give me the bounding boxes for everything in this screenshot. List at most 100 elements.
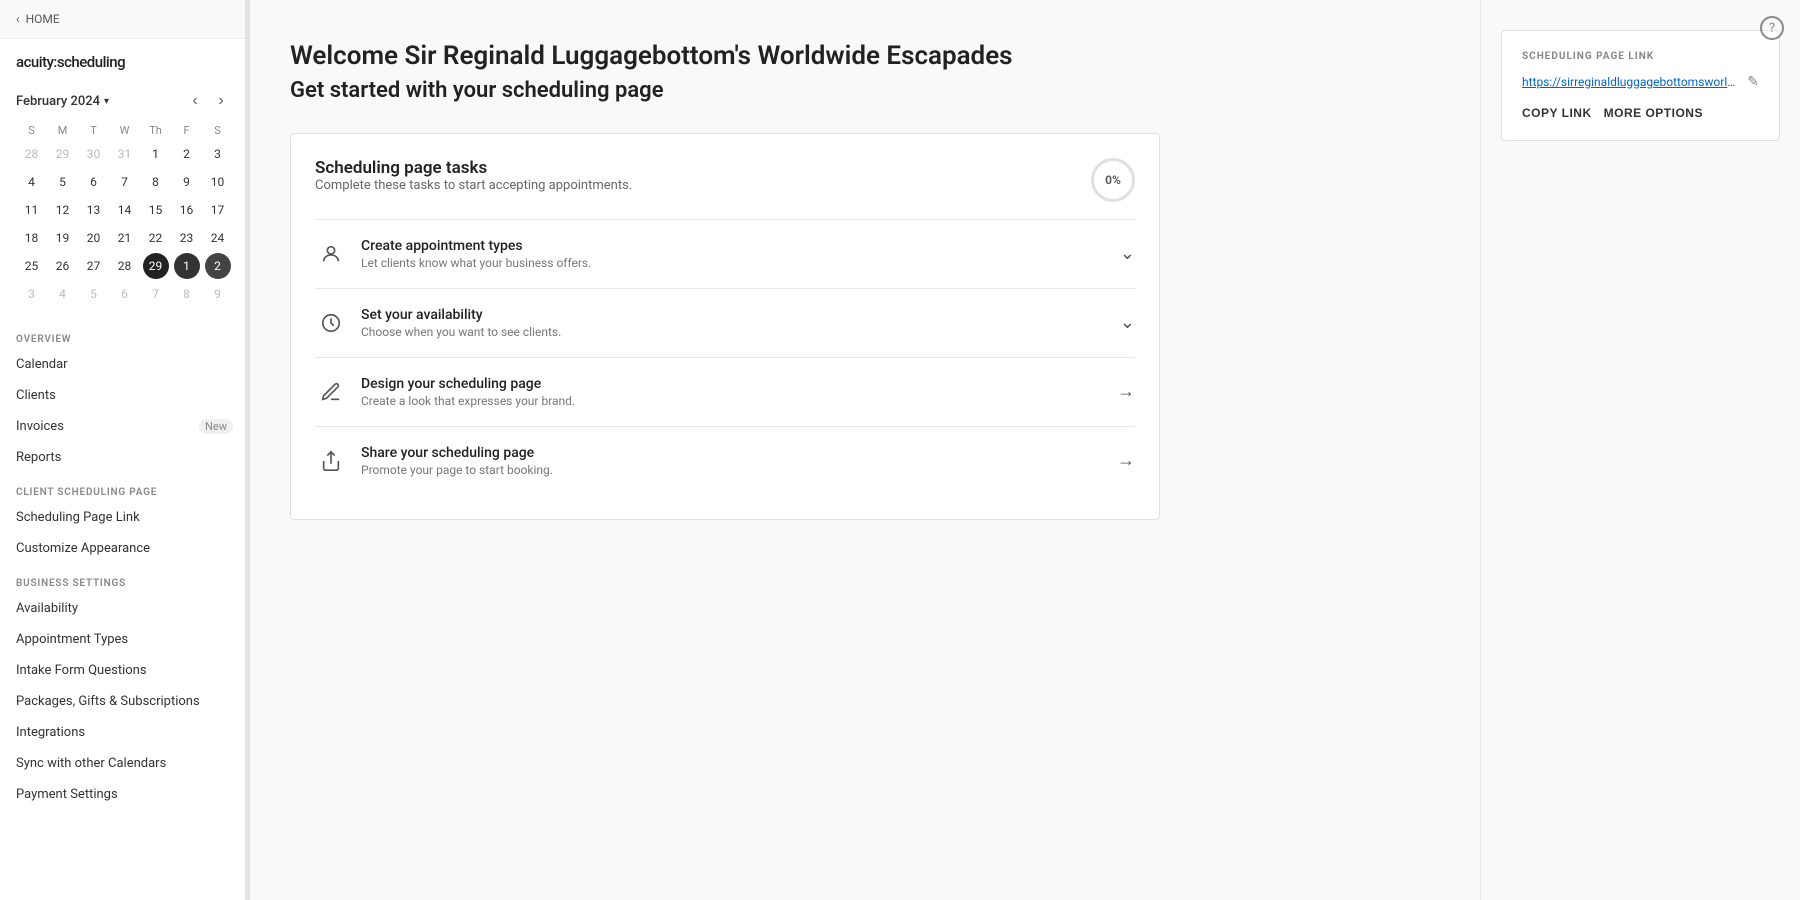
more-options-button[interactable]: MORE OPTIONS bbox=[1604, 106, 1703, 120]
cal-day[interactable]: 19 bbox=[50, 225, 76, 251]
task-set-availability[interactable]: Set your availability Choose when you wa… bbox=[315, 288, 1135, 357]
invoices-nav-label: Invoices bbox=[16, 419, 64, 434]
sidebar-item-intake-form[interactable]: Intake Form Questions bbox=[0, 655, 249, 686]
cal-day[interactable]: 9 bbox=[174, 169, 200, 195]
task-title: Create appointment types bbox=[361, 238, 1106, 254]
back-home-link[interactable]: ‹ HOME bbox=[0, 0, 249, 39]
sidebar-item-clients[interactable]: Clients bbox=[0, 380, 249, 411]
calendar-nav-label: Calendar bbox=[16, 357, 68, 372]
cal-day[interactable]: 6 bbox=[112, 281, 138, 307]
scheduling-link-card-label: SCHEDULING PAGE LINK bbox=[1522, 51, 1759, 62]
cal-day[interactable]: 21 bbox=[112, 225, 138, 251]
mini-calendar: February 2024 ▾ ‹ › S M T W Th F S 28 29 bbox=[0, 81, 249, 320]
sidebar-item-invoices[interactable]: Invoices New bbox=[0, 411, 249, 442]
sidebar-item-customize-appearance[interactable]: Customize Appearance bbox=[0, 533, 249, 564]
cal-day[interactable]: 8 bbox=[174, 281, 200, 307]
cal-day[interactable]: 20 bbox=[81, 225, 107, 251]
cal-day[interactable]: 8 bbox=[143, 169, 169, 195]
cal-day[interactable]: 3 bbox=[205, 141, 231, 167]
cal-day[interactable]: 7 bbox=[143, 281, 169, 307]
cal-day[interactable]: 15 bbox=[143, 197, 169, 223]
calendar-prev-button[interactable]: ‹ bbox=[183, 89, 207, 113]
cal-day[interactable]: 4 bbox=[50, 281, 76, 307]
task-design-scheduling-page[interactable]: Design your scheduling page Create a loo… bbox=[315, 357, 1135, 426]
cal-day[interactable]: 22 bbox=[143, 225, 169, 251]
sidebar-item-scheduling-page-link[interactable]: Scheduling Page Link bbox=[0, 502, 249, 533]
cal-day[interactable]: 31 bbox=[112, 141, 138, 167]
payment-settings-label: Payment Settings bbox=[16, 787, 118, 802]
progress-circle: 0% bbox=[1091, 158, 1135, 202]
task-title: Design your scheduling page bbox=[361, 376, 1103, 392]
cal-day[interactable]: 30 bbox=[81, 141, 107, 167]
scheduling-link-url[interactable]: https://sirreginaldluggagebottomsworldwi… bbox=[1522, 75, 1739, 89]
page-title-line2: Get started with your scheduling page bbox=[290, 78, 1440, 103]
cal-day-selected[interactable]: 29 bbox=[143, 253, 169, 279]
arrow-right-icon: → bbox=[1117, 381, 1135, 402]
scheduling-page-link-label: Scheduling Page Link bbox=[16, 510, 140, 525]
chevron-down-icon: ⌄ bbox=[1120, 243, 1135, 264]
cal-day[interactable]: 1 bbox=[143, 141, 169, 167]
sidebar-item-calendar[interactable]: Calendar bbox=[0, 349, 249, 380]
business-settings-section-label: BUSINESS SETTINGS bbox=[0, 564, 249, 593]
cal-day[interactable]: 10 bbox=[205, 169, 231, 195]
copy-link-button[interactable]: COPY LINK bbox=[1522, 106, 1592, 120]
help-icon[interactable]: ? bbox=[1760, 16, 1784, 40]
calendar-day-headers: S M T W Th F S bbox=[16, 121, 233, 140]
cal-day[interactable]: 2 bbox=[174, 141, 200, 167]
cal-day[interactable]: 12 bbox=[50, 197, 76, 223]
edit-link-icon[interactable]: ✎ bbox=[1747, 74, 1759, 90]
cal-day[interactable]: 29 bbox=[50, 141, 76, 167]
cal-day[interactable]: 24 bbox=[205, 225, 231, 251]
calendar-grid: S M T W Th F S 28 29 30 31 1 2 3 4 5 bbox=[16, 121, 233, 308]
client-scheduling-section-label: CLIENT SCHEDULING PAGE bbox=[0, 473, 249, 502]
cal-day[interactable]: 28 bbox=[112, 253, 138, 279]
share-icon bbox=[315, 445, 347, 477]
cal-day[interactable]: 16 bbox=[174, 197, 200, 223]
arrow-right-icon: → bbox=[1117, 450, 1135, 471]
cal-day[interactable]: 23 bbox=[174, 225, 200, 251]
cal-day[interactable]: 7 bbox=[112, 169, 138, 195]
cal-day[interactable]: 17 bbox=[205, 197, 231, 223]
person-icon bbox=[315, 238, 347, 270]
cal-day[interactable]: 6 bbox=[81, 169, 107, 195]
cal-day[interactable]: 13 bbox=[81, 197, 107, 223]
sidebar-item-payment-settings[interactable]: Payment Settings bbox=[0, 779, 249, 810]
sidebar-item-availability[interactable]: Availability bbox=[0, 593, 249, 624]
pen-icon bbox=[315, 376, 347, 408]
cal-day[interactable]: 14 bbox=[112, 197, 138, 223]
sidebar: ‹ HOME acuity:scheduling February 2024 ▾… bbox=[0, 0, 250, 900]
cal-day[interactable]: 18 bbox=[19, 225, 45, 251]
cal-day[interactable]: 28 bbox=[19, 141, 45, 167]
cal-day[interactable]: 27 bbox=[81, 253, 107, 279]
sidebar-item-reports[interactable]: Reports bbox=[0, 442, 249, 473]
cal-day[interactable]: 11 bbox=[19, 197, 45, 223]
page-title-line1: Welcome Sir Reginald Luggagebottom's Wor… bbox=[290, 40, 1440, 74]
calendar-month-label[interactable]: February 2024 ▾ bbox=[16, 94, 109, 109]
scheduling-tasks-card: Scheduling page tasks Complete these tas… bbox=[290, 133, 1160, 520]
task-title: Share your scheduling page bbox=[361, 445, 1103, 461]
month-dropdown-icon: ▾ bbox=[104, 96, 109, 107]
back-chevron-icon: ‹ bbox=[16, 12, 20, 26]
sidebar-item-appointment-types[interactable]: Appointment Types bbox=[0, 624, 249, 655]
tasks-card-subtitle: Complete these tasks to start accepting … bbox=[315, 178, 632, 193]
sidebar-item-sync-calendars[interactable]: Sync with other Calendars bbox=[0, 748, 249, 779]
cal-day[interactable]: 3 bbox=[19, 281, 45, 307]
cal-day[interactable]: 9 bbox=[205, 281, 231, 307]
packages-label: Packages, Gifts & Subscriptions bbox=[16, 694, 200, 709]
calendar-next-button[interactable]: › bbox=[209, 89, 233, 113]
sidebar-item-integrations[interactable]: Integrations bbox=[0, 717, 249, 748]
cal-day[interactable]: 26 bbox=[50, 253, 76, 279]
availability-label: Availability bbox=[16, 601, 78, 616]
cal-day[interactable]: 5 bbox=[81, 281, 107, 307]
cal-day[interactable]: 4 bbox=[19, 169, 45, 195]
sidebar-item-packages[interactable]: Packages, Gifts & Subscriptions bbox=[0, 686, 249, 717]
intake-form-label: Intake Form Questions bbox=[16, 663, 147, 678]
task-create-appointment-types[interactable]: Create appointment types Let clients kno… bbox=[315, 219, 1135, 288]
task-desc: Promote your page to start booking. bbox=[361, 463, 1103, 477]
cal-day-today-1[interactable]: 1 bbox=[174, 253, 200, 279]
cal-day[interactable]: 5 bbox=[50, 169, 76, 195]
cal-day[interactable]: 25 bbox=[19, 253, 45, 279]
task-share-scheduling-page[interactable]: Share your scheduling page Promote your … bbox=[315, 426, 1135, 495]
chevron-down-icon: ⌄ bbox=[1120, 312, 1135, 333]
cal-day-today-2[interactable]: 2 bbox=[205, 253, 231, 279]
